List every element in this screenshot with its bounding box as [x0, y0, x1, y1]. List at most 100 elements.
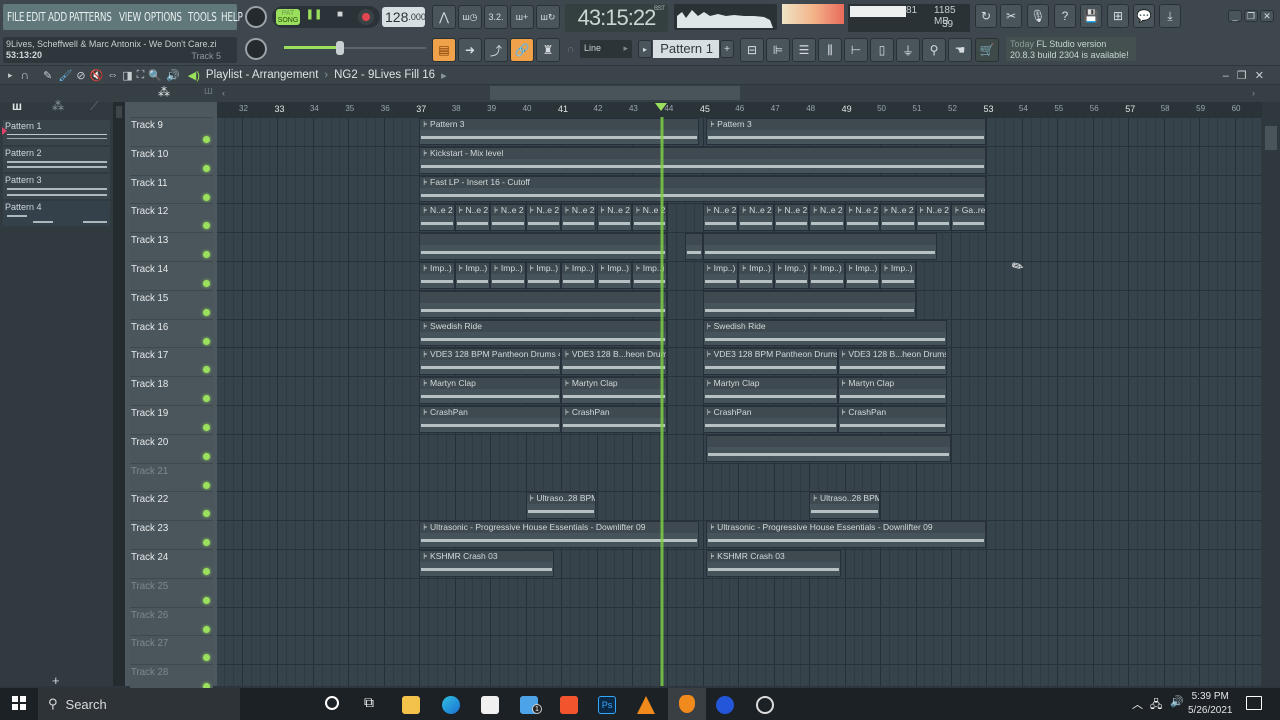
track-header[interactable]: Track 27	[130, 635, 213, 665]
edge-browser-icon[interactable]	[442, 696, 460, 714]
playlist-clip[interactable]	[702, 233, 937, 260]
track-header[interactable]: Track 11	[130, 174, 213, 204]
wait-for-input-button[interactable]: ш◷	[458, 5, 482, 29]
playlist-clip[interactable]: ⊧ Pattern 3	[419, 118, 700, 145]
mail-icon[interactable]: 1	[520, 696, 542, 714]
metronome-button[interactable]: ⋀	[432, 5, 456, 29]
track-mute-led[interactable]	[203, 625, 210, 633]
playlist-clip[interactable]: ⊧ N..e 2	[596, 204, 632, 232]
playlist-clip[interactable]: ⊧ VDE3 128 BPM Pantheon Drums 4	[419, 348, 562, 376]
slip-tool-icon[interactable]: ⇔	[107, 69, 118, 81]
taskbar-search-box[interactable]: ⚲ Search	[38, 688, 240, 720]
track-header[interactable]: Track 16	[130, 318, 213, 348]
menu-tools[interactable]: TOOLS	[188, 10, 217, 24]
track-mute-led[interactable]	[203, 395, 210, 403]
track-header[interactable]: Track 21	[130, 462, 213, 492]
brave-browser-icon[interactable]	[560, 696, 578, 714]
show-automation-icon[interactable]: ⟋	[90, 99, 98, 114]
zoom-tool-icon[interactable]: 🔍	[148, 69, 162, 82]
plugin-database-button[interactable]: ⏚	[896, 38, 920, 62]
playlist-clip[interactable]: ⊧ VDE3 128 B...heon Drums 4	[561, 348, 668, 376]
track-mute-led[interactable]	[203, 596, 210, 604]
playlist-clip[interactable]: ⊧ KSHMR Crash 03	[706, 550, 842, 577]
countdown-button[interactable]: 3.2.	[484, 5, 508, 29]
track-header[interactable]: Track 14	[130, 261, 213, 290]
playlist-clip[interactable]: ⊧ Imp..)	[702, 262, 739, 289]
playlist-clip[interactable]: ⊧ KSHMR Crash 03	[419, 550, 554, 577]
master-pitch-slider-handle[interactable]	[336, 41, 344, 55]
slide-button[interactable]: ⤴	[484, 38, 508, 62]
track-mute-led[interactable]	[203, 366, 210, 374]
app-minimize-button[interactable]: _	[1228, 10, 1242, 22]
playlist-clip[interactable]: ⊧ Swedish Ride	[702, 319, 948, 347]
playlist-clip[interactable]: ⊧ Swedish Ride	[419, 319, 668, 347]
track-header[interactable]: Track 10	[130, 145, 213, 175]
playlist-clip[interactable]	[419, 290, 668, 318]
vlc-icon[interactable]	[637, 696, 655, 714]
playlist-clip[interactable]: ⊧ Imp..)	[809, 262, 845, 289]
playlist-clip[interactable]: ⊧ Martyn Clap	[702, 377, 838, 404]
playlist-menu-arrow-icon[interactable]: ▸	[8, 70, 13, 81]
snap-magnet-icon[interactable]: ∩	[21, 68, 30, 82]
fl-studio-taskbar-active[interactable]	[668, 688, 706, 720]
save-new-version-button[interactable]: ⊞	[1107, 4, 1129, 28]
playlist-clip[interactable]: ⊧ Ultrasonic - Progressive House Essenti…	[419, 521, 700, 548]
playlist-clip[interactable]: ⊧ Imp..)	[738, 262, 774, 289]
playlist-clip[interactable]: ⊧ Ultraso..28 BPM	[809, 492, 881, 520]
track-mute-led[interactable]	[203, 510, 210, 518]
playlist-clip[interactable]	[419, 233, 668, 260]
playlist-clip[interactable]: ⊧ N..e 2	[738, 204, 774, 232]
vpn-shield-icon[interactable]	[716, 696, 734, 714]
add-pattern-plus-icon[interactable]: +	[52, 673, 60, 688]
app-close-button[interactable]: ✕	[1260, 10, 1274, 22]
clip-source-arrow-icon[interactable]: ▸	[441, 69, 447, 82]
mute-tool-icon[interactable]: 🔇	[90, 69, 104, 82]
store-icon[interactable]	[481, 696, 499, 714]
playhead-marker-icon[interactable]	[655, 103, 667, 111]
track-header[interactable]: Track 23	[130, 520, 213, 550]
playlist-clip[interactable]: ⊧ N..e 2	[525, 204, 562, 232]
playlist-clip[interactable]: ⊧ N..e 2	[419, 204, 455, 232]
playlist-clip[interactable]: ⊧ Imp..)	[419, 262, 455, 289]
shop-button[interactable]: 🛒	[975, 38, 999, 62]
file-explorer-icon[interactable]	[402, 696, 420, 714]
cortana-icon[interactable]	[325, 696, 339, 710]
playlist-clip[interactable]: ⊧ Imp..)	[844, 262, 881, 289]
scroll-right-icon[interactable]: ›	[1252, 88, 1255, 98]
playlist-clip[interactable]: ⊧ CrashPan	[419, 406, 562, 433]
obs-icon[interactable]	[756, 696, 774, 714]
playlist-button[interactable]: ⊟	[740, 38, 764, 62]
delete-tool-icon[interactable]: ⊘	[76, 69, 85, 82]
track-header[interactable]: Track 9	[130, 117, 213, 146]
master-pitch-slider-track[interactable]	[340, 47, 426, 49]
pattern-item[interactable]: Pattern 3	[3, 174, 110, 199]
track-mute-led[interactable]	[203, 280, 210, 287]
step-edit-button[interactable]: ш+	[510, 5, 534, 29]
current-clip-source[interactable]: NG2 - 9Lives Fill 16	[334, 69, 435, 81]
scroll-left-icon[interactable]: ‹	[222, 88, 225, 98]
stop-button[interactable]: ■	[330, 9, 350, 25]
piano-roll-button[interactable]: ⊫	[766, 38, 790, 62]
help-button[interactable]: ?	[1054, 4, 1076, 28]
playlist-clip[interactable]	[702, 290, 916, 318]
menu-view[interactable]: VIEW	[119, 10, 141, 24]
pattern-item[interactable]: Pattern 2	[3, 147, 110, 172]
picker-scrollbar[interactable]	[113, 102, 125, 686]
show-audio-icon[interactable]: ⁂	[52, 99, 64, 113]
snap-selector[interactable]: Line ▸	[580, 40, 632, 58]
audio-clip-filter-icon[interactable]: ⁂	[158, 85, 170, 99]
playlist-clip[interactable]: ⊧ Fast LP - Insert 16 - Cutoff	[419, 175, 987, 203]
step-button[interactable]: ➜	[458, 38, 482, 62]
playlist-clip[interactable]: ⊧ N..e 2	[454, 204, 491, 232]
track-mute-led[interactable]	[203, 337, 210, 345]
track-mute-led[interactable]	[203, 193, 210, 201]
master-volume-knob[interactable]	[245, 6, 267, 28]
playlist-clip[interactable]: ⊧ CrashPan	[561, 406, 668, 433]
browser-button[interactable]: ⊢	[844, 38, 868, 62]
playlist-clip[interactable]: ⊧ Imp..)	[525, 262, 562, 289]
loop-record-button[interactable]: ш↻	[536, 5, 560, 29]
pattern-item[interactable]: Pattern 4	[3, 201, 110, 226]
news-panel[interactable]: Today FL Studio version 20.8.3 build 230…	[1006, 37, 1136, 61]
track-header[interactable]: Track 24	[130, 549, 213, 578]
menu-edit[interactable]: EDIT	[26, 10, 46, 24]
